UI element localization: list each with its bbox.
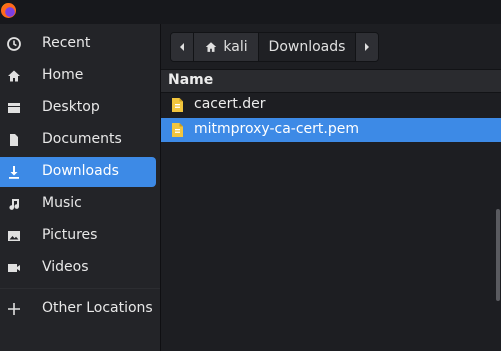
file-icon — [172, 98, 183, 112]
vertical-scrollbar[interactable] — [496, 209, 500, 301]
title-bar — [0, 0, 501, 24]
sidebar-item-label: Home — [42, 67, 84, 83]
sidebar-item-videos[interactable]: Videos — [0, 253, 156, 283]
chevron-right-icon — [365, 43, 369, 51]
clock-icon — [7, 37, 21, 51]
path-home-button[interactable]: kali — [194, 33, 259, 61]
home-icon — [8, 70, 20, 82]
picture-icon — [8, 231, 20, 241]
file-name: cacert.der — [194, 96, 266, 112]
plus-icon — [8, 303, 20, 315]
sidebar-item-label: Recent — [42, 35, 91, 51]
file-name: mitmproxy-ca-cert.pem — [194, 121, 359, 137]
sidebar-item-label: Music — [42, 195, 82, 211]
file-row[interactable]: cacert.der — [161, 93, 501, 117]
path-scroll-right-button[interactable] — [356, 33, 378, 61]
sidebar-item-label: Videos — [42, 259, 89, 275]
download-icon — [9, 166, 19, 179]
sidebar-separator — [0, 288, 160, 289]
firefox-icon — [1, 3, 16, 18]
sidebar-item-home[interactable]: Home — [0, 61, 156, 91]
sidebar-item-documents[interactable]: Documents — [0, 125, 156, 155]
path-current-button[interactable]: Downloads — [259, 33, 356, 61]
chevron-left-icon — [180, 43, 184, 51]
path-bar: kali Downloads — [170, 32, 379, 62]
sidebar-item-label: Pictures — [42, 227, 98, 243]
file-icon — [172, 123, 183, 137]
sidebar: Recent Home Desktop Documents Downloads … — [0, 24, 160, 351]
sidebar-item-label: Desktop — [42, 99, 100, 115]
home-icon — [206, 42, 217, 52]
sidebar-item-label: Downloads — [42, 163, 119, 179]
sidebar-item-pictures[interactable]: Pictures — [0, 221, 156, 251]
file-view: kali Downloads Name cacert.der mitmproxy… — [161, 24, 501, 351]
sidebar-item-label: Other Locations — [42, 300, 153, 316]
sidebar-item-label: Documents — [42, 131, 122, 147]
sidebar-item-downloads[interactable]: Downloads — [0, 157, 156, 187]
column-header-name[interactable]: Name — [161, 69, 501, 93]
document-icon — [10, 134, 18, 146]
path-home-label: kali — [223, 39, 248, 55]
music-icon — [9, 199, 20, 210]
desktop-icon — [8, 103, 20, 113]
path-scroll-left-button[interactable] — [171, 33, 194, 61]
video-icon — [8, 264, 20, 272]
file-row-selected[interactable]: mitmproxy-ca-cert.pem — [161, 118, 501, 142]
sidebar-item-other-locations[interactable]: Other Locations — [0, 294, 156, 324]
sidebar-item-desktop[interactable]: Desktop — [0, 93, 156, 123]
path-current-label: Downloads — [268, 39, 346, 55]
sidebar-item-music[interactable]: Music — [0, 189, 156, 219]
column-header-label: Name — [168, 72, 214, 88]
sidebar-item-recent[interactable]: Recent — [0, 29, 156, 59]
